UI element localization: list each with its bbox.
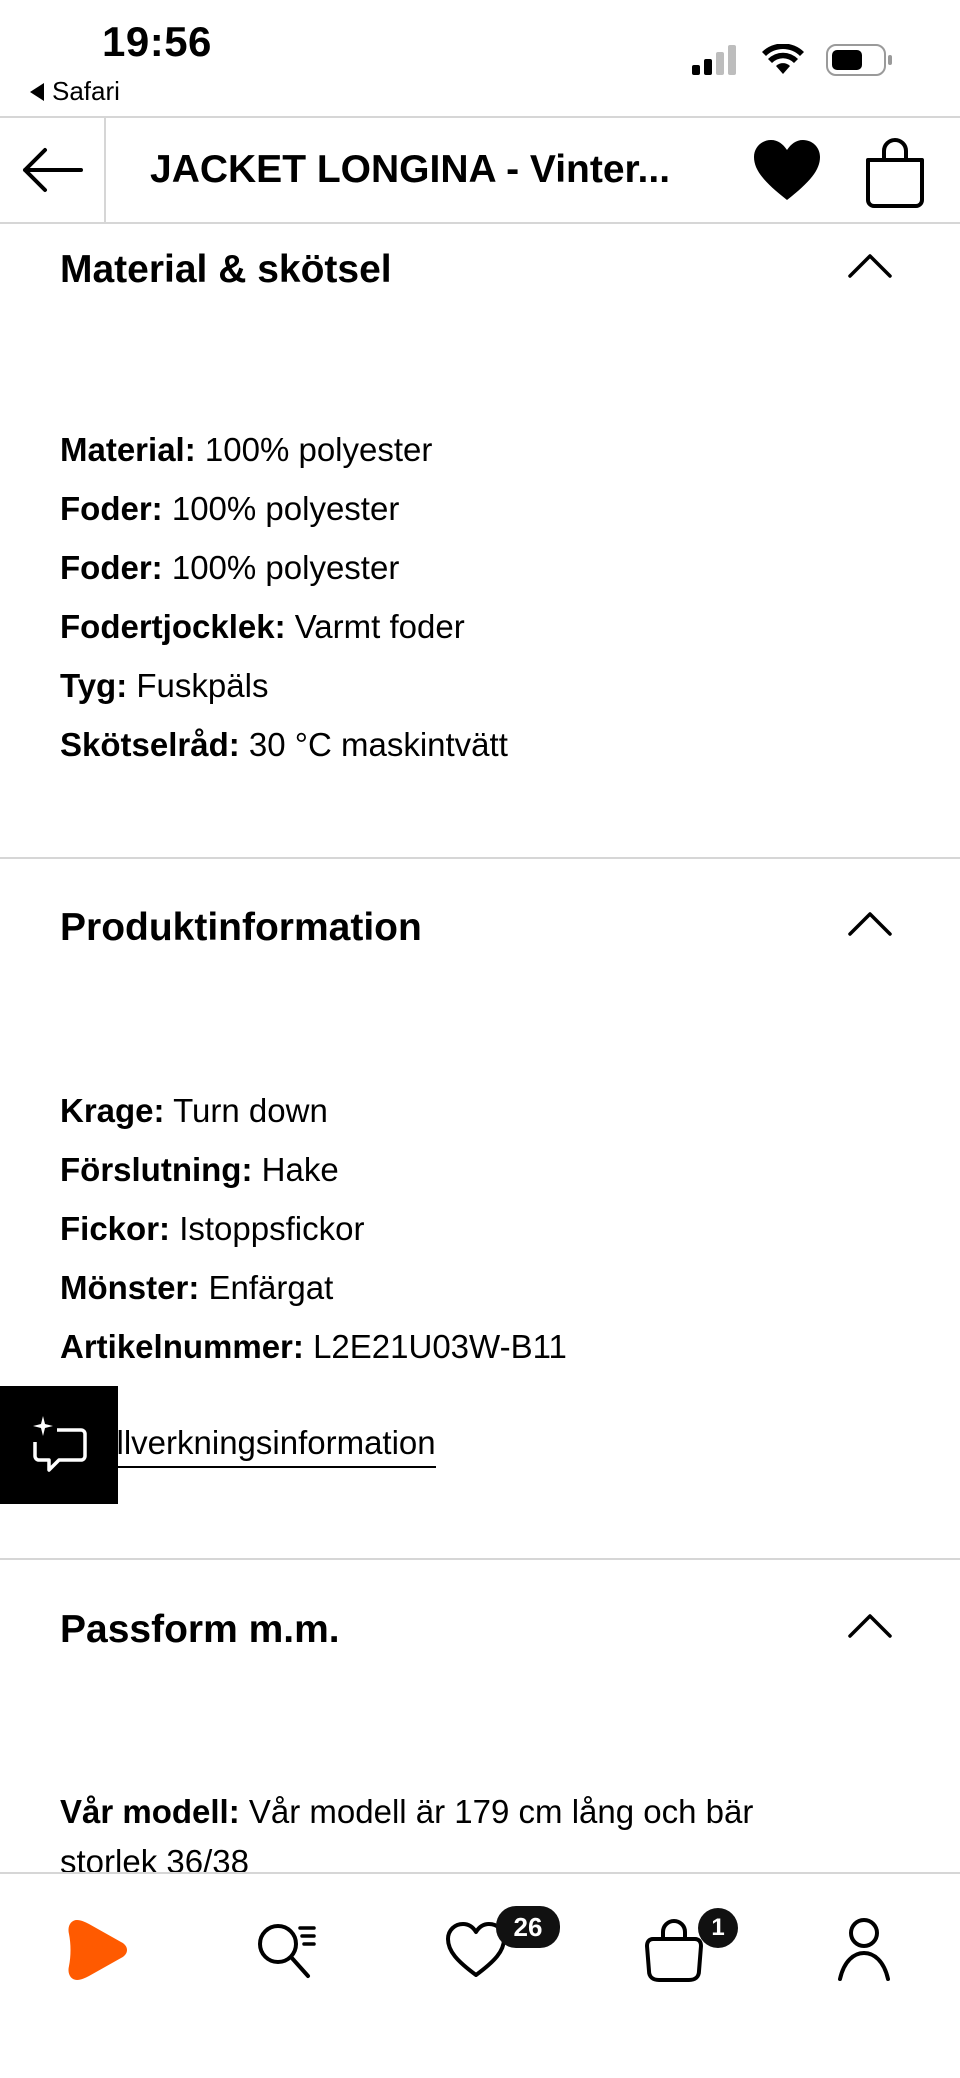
section-title[interactable]: Passform m.m. bbox=[60, 1608, 340, 1652]
attribute-row: Krage: Turn down bbox=[60, 1092, 328, 1129]
back-app-label: Safari bbox=[52, 76, 120, 106]
sparkle-chat-icon bbox=[33, 1416, 87, 1472]
back-triangle-icon bbox=[30, 82, 44, 101]
back-to-safari[interactable]: Safari bbox=[30, 76, 120, 107]
cart-button[interactable] bbox=[862, 136, 928, 208]
chevron-up-icon[interactable] bbox=[848, 252, 892, 278]
arrow-left-icon bbox=[23, 148, 83, 192]
system-icons bbox=[692, 44, 894, 76]
product-info-section: Produktinformation Krage: Turn down Förs… bbox=[0, 859, 960, 1559]
back-button[interactable] bbox=[0, 118, 106, 222]
wishlist-button[interactable] bbox=[752, 138, 822, 204]
attribute-row: Material: 100% polyester bbox=[60, 431, 433, 468]
cellular-signal-icon bbox=[692, 45, 736, 75]
attribute-row: Foder: 100% polyester bbox=[60, 549, 400, 586]
floating-assistant-button[interactable] bbox=[0, 1386, 118, 1504]
shopping-bag-icon bbox=[866, 138, 924, 208]
zalando-logo-icon bbox=[68, 1920, 127, 1980]
attribute-row: Tyg: Fuskpäls bbox=[60, 667, 269, 704]
tab-profile[interactable] bbox=[824, 1910, 904, 1990]
heart-filled-icon bbox=[754, 140, 820, 200]
wifi-icon bbox=[762, 44, 804, 74]
status-bar: 19:56 Safari bbox=[0, 0, 960, 116]
product-header: JACKET LONGINA - Vinter... bbox=[0, 116, 960, 224]
cart-count-badge: 1 bbox=[698, 1908, 738, 1948]
attribute-row: Fickor: Istoppsfickor bbox=[60, 1210, 365, 1247]
material-care-section: Material & skötsel Material: 100% polyes… bbox=[0, 226, 960, 858]
chevron-up-icon[interactable] bbox=[848, 1612, 892, 1638]
attribute-row: Mönster: Enfärgat bbox=[60, 1269, 334, 1306]
section-title[interactable]: Produktinformation bbox=[60, 906, 422, 950]
attribute-row: Foder: 100% polyester bbox=[60, 490, 400, 527]
page-title: JACKET LONGINA - Vinter... bbox=[150, 148, 671, 191]
attribute-row: Artikelnummer: L2E21U03W-B11 bbox=[60, 1328, 567, 1365]
fit-section: Passform m.m. Vår modell: Vår modell är … bbox=[0, 1560, 960, 1872]
battery-icon bbox=[826, 44, 892, 76]
search-list-icon bbox=[258, 1924, 316, 1978]
section-title[interactable]: Material & skötsel bbox=[60, 248, 392, 292]
tab-home[interactable] bbox=[58, 1910, 138, 1990]
attribute-row-continued: storlek 36/38 bbox=[60, 1843, 249, 1872]
user-icon bbox=[838, 1918, 890, 1981]
wishlist-count-badge: 26 bbox=[496, 1906, 560, 1948]
attribute-row: Förslutning: Hake bbox=[60, 1151, 339, 1188]
bottom-tab-bar: 26 1 bbox=[0, 1872, 960, 2078]
status-time: 19:56 bbox=[102, 18, 212, 65]
manufacturing-info-link[interactable]: tillverkningsinformation bbox=[100, 1424, 436, 1468]
attribute-row: Fodertjocklek: Varmt foder bbox=[60, 608, 465, 645]
attribute-row: Vår modell: Vår modell är 179 cm lång oc… bbox=[60, 1793, 754, 1830]
attribute-row: Skötselråd: 30 °C maskintvätt bbox=[60, 726, 508, 763]
chevron-up-icon[interactable] bbox=[848, 910, 892, 936]
tab-search[interactable] bbox=[246, 1910, 326, 1990]
